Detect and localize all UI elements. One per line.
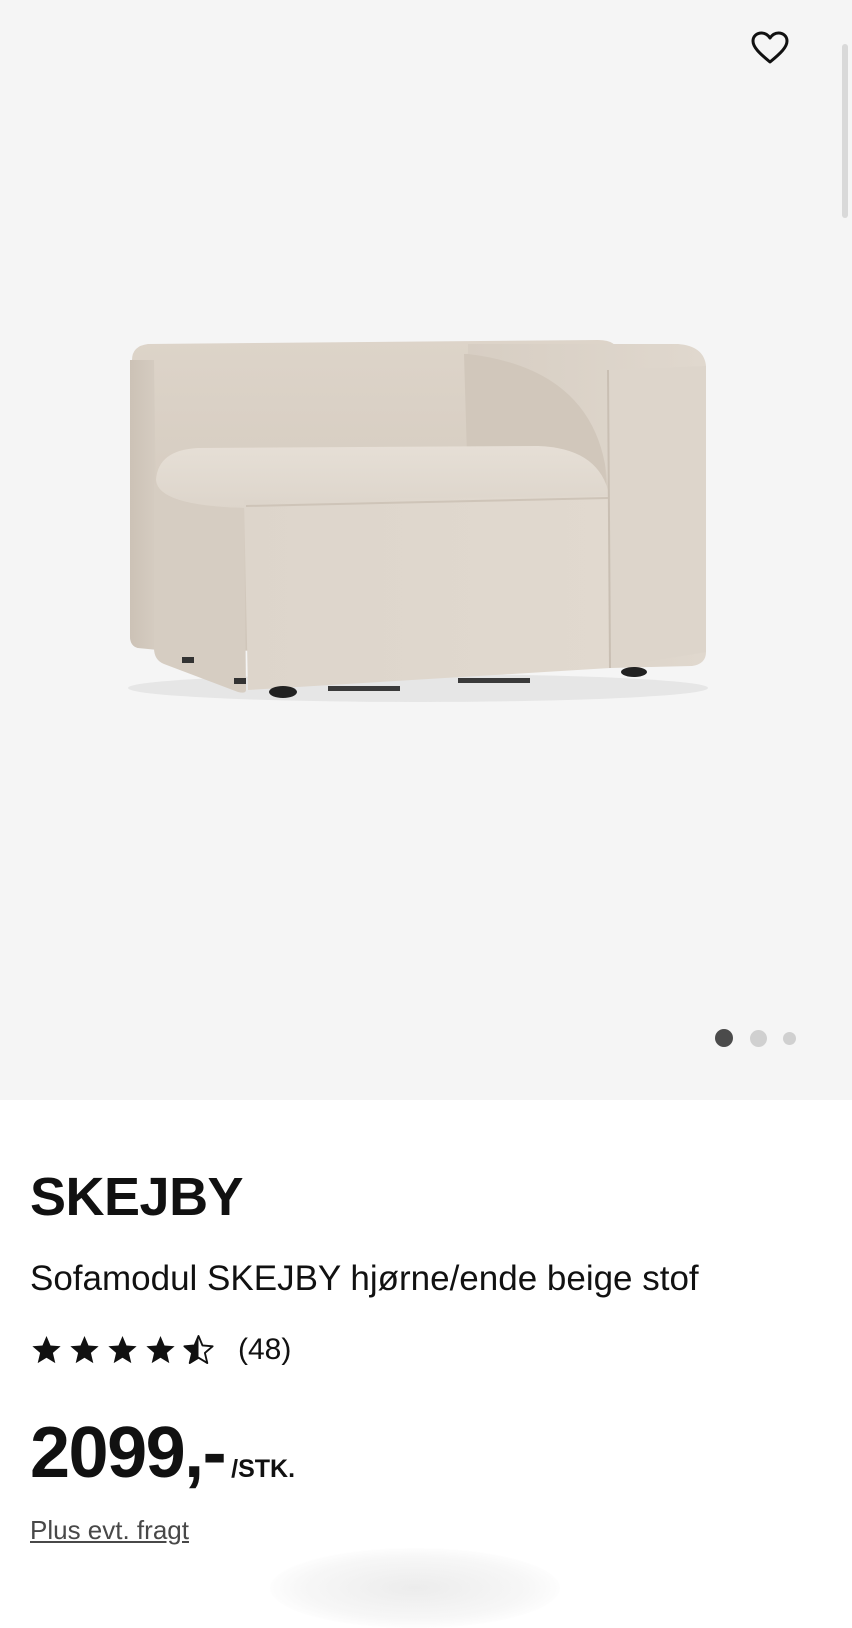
rating-stars — [30, 1334, 220, 1366]
product-description: Sofamodul SKEJBY hjørne/ende beige stof — [30, 1259, 699, 1298]
product-price: 2099,- /STK. — [30, 1413, 295, 1493]
product-name: SKEJBY — [30, 1167, 244, 1227]
star-filled-icon — [70, 1336, 99, 1364]
star-filled-icon — [108, 1336, 137, 1364]
carousel-pagination — [715, 1029, 796, 1047]
carousel-dot[interactable] — [783, 1031, 796, 1045]
star-filled-icon — [32, 1336, 61, 1364]
shipping-note-link[interactable]: Plus evt. fragt — [30, 1515, 189, 1546]
favorite-button[interactable] — [748, 26, 792, 70]
heart-outline-icon — [751, 31, 789, 64]
price-unit: /STK. — [231, 1455, 296, 1483]
product-image-sofa — [128, 340, 708, 702]
next-section-peek — [270, 1548, 560, 1628]
star-filled-icon — [146, 1336, 175, 1364]
carousel-dot-active[interactable] — [715, 1029, 733, 1047]
review-count[interactable]: (48) — [238, 1333, 291, 1367]
carousel-dot[interactable] — [750, 1029, 767, 1047]
product-image-gallery[interactable] — [0, 0, 852, 1100]
product-rating[interactable]: (48) — [30, 1333, 291, 1367]
scrollbar[interactable] — [842, 44, 848, 218]
star-half-icon — [183, 1335, 214, 1364]
price-value: 2099,- — [30, 1413, 227, 1493]
